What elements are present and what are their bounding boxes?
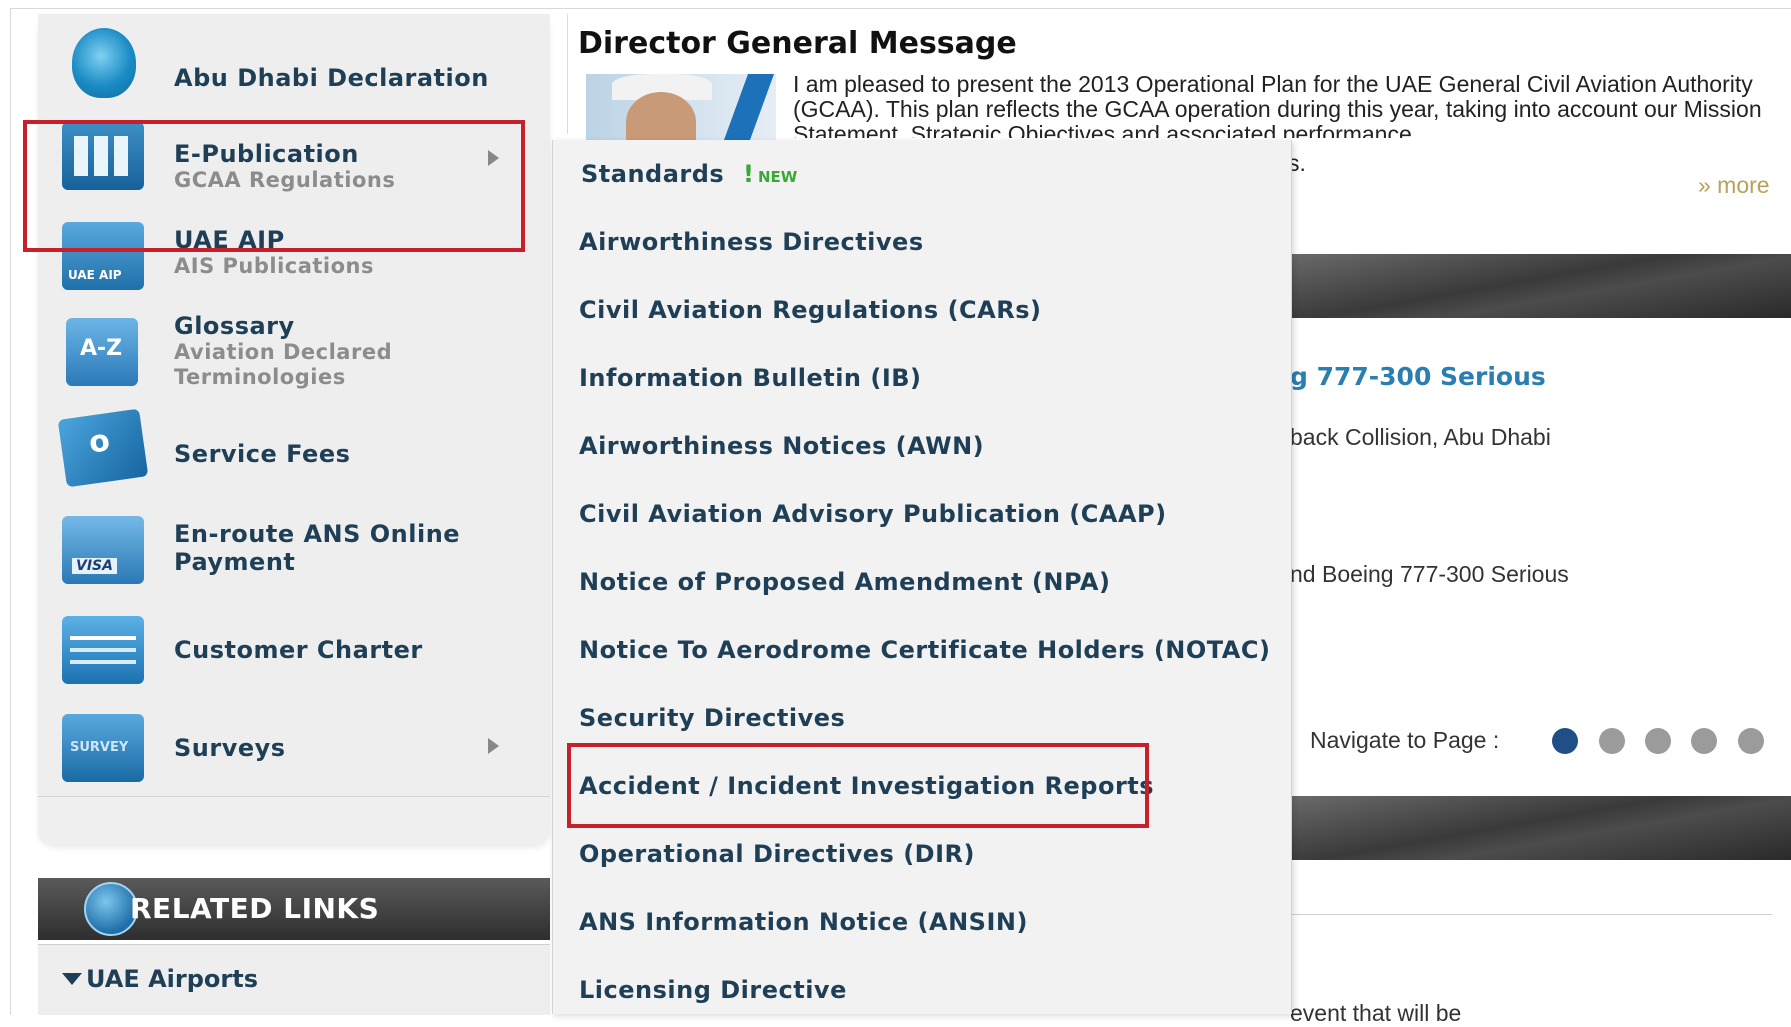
section-header-band <box>1290 254 1791 318</box>
sidebar-item-service-fees[interactable]: Service Fees <box>38 404 550 503</box>
sidebar-item-abu-dhabi-declaration[interactable]: Abu Dhabi Declaration <box>38 14 550 113</box>
more-link[interactable]: » more <box>1698 172 1770 199</box>
publication-icon <box>62 122 144 190</box>
submenu-item-label: Information Bulletin (IB) <box>579 364 922 392</box>
caret-down-icon <box>62 973 82 985</box>
aip-icon <box>62 222 144 290</box>
sidebar-item-surveys[interactable]: Survey s <box>38 698 550 797</box>
sidebar-item-label: En-route ANS Online <box>174 520 461 548</box>
sidebar-item-label: Abu Dhabi Declaration <box>174 64 489 92</box>
submenu-item-airworthiness-directives[interactable]: Airworthiness Directives <box>553 208 1291 277</box>
news-summary-line: nd Boeing 777-300 Serious <box>1290 561 1569 587</box>
director-message-title: Director General Message <box>578 26 1017 61</box>
new-badge-label: NEW <box>757 168 798 186</box>
page-dot-1[interactable] <box>1552 728 1578 754</box>
sidebar-item-label: Glossary <box>174 312 295 340</box>
survey-icon <box>62 714 144 782</box>
sidebar-item-label: UAE AIP <box>174 226 285 254</box>
submenu-item-caap[interactable]: Civil Aviation Advisory Publication (CAA… <box>553 480 1291 549</box>
submenu-item-ansin[interactable]: ANS Information Notice (ANSIN) <box>553 888 1291 957</box>
chevron-right-icon <box>488 150 499 166</box>
submenu-item-label: Civil Aviation Advisory Publication (CAA… <box>579 500 1167 528</box>
sidebar-item-label: Payment <box>174 548 296 576</box>
fees-icon <box>57 408 149 488</box>
submenu-item-label: Operational Directives (DIR) <box>579 840 975 868</box>
sidebar-item-e-publication[interactable]: E-Publication GCAA Regulations <box>38 112 550 209</box>
charter-icon <box>62 616 144 684</box>
submenu-item-label: Notice of Proposed Amendment (NPA) <box>579 568 1111 596</box>
sidebar-item-sublabel: AIS Publications <box>174 254 375 278</box>
submenu-item-accident-reports[interactable]: Accident / Incident Investigation Report… <box>553 752 1291 821</box>
sidebar-item-label: Customer Charter <box>174 636 423 664</box>
new-badge: ! NEW <box>743 160 798 188</box>
chevron-right-icon <box>488 738 499 754</box>
e-publication-submenu: Standards ! NEW Airworthiness Directives … <box>552 140 1292 1014</box>
submenu-item-notac[interactable]: Notice To Aerodrome Certificate Holders … <box>553 616 1291 685</box>
submenu-item-label: Airworthiness Notices (AWN) <box>579 432 985 460</box>
navigate-to-page-label: Navigate to Page : <box>1310 727 1500 753</box>
submenu-item-licensing-directive[interactable]: Licensing Directive <box>553 956 1291 1014</box>
submenu-item-standards[interactable]: Standards ! NEW <box>553 140 1291 209</box>
declaration-icon <box>72 28 136 98</box>
related-links-header: RELATED LINKS <box>38 878 550 940</box>
submenu-item-label: Notice To Aerodrome Certificate Holders … <box>579 636 1271 664</box>
submenu-item-operational-directives[interactable]: Operational Directives (DIR) <box>553 820 1291 889</box>
sidebar-item-glossary[interactable]: Glossary Aviation Declared Terminologies <box>38 306 550 405</box>
submenu-item-cars[interactable]: Civil Aviation Regulations (CARs) <box>553 276 1291 345</box>
sidebar-item-label: E-Publication <box>174 140 359 168</box>
director-message-text: I am pleased to present the 2013 Operati… <box>793 72 1762 138</box>
sidebar-item-sublabel: Terminologies <box>174 365 346 389</box>
sidebar-item-label: Service Fees <box>174 440 351 468</box>
sidebar-item-label: Surveys <box>174 734 286 762</box>
submenu-item-label: Security Directives <box>579 704 846 732</box>
submenu-item-npa[interactable]: Notice of Proposed Amendment (NPA) <box>553 548 1291 617</box>
uae-airports-label: UAE Airports <box>86 965 258 993</box>
visa-card-icon <box>62 516 144 584</box>
submenu-item-label: Airworthiness Directives <box>579 228 924 256</box>
submenu-item-label: Accident / Incident Investigation Report… <box>579 772 1155 800</box>
page-dot-4[interactable] <box>1691 728 1717 754</box>
submenu-item-label: Civil Aviation Regulations (CARs) <box>579 296 1042 324</box>
news-title[interactable]: g 777-300 Serious <box>1290 362 1546 391</box>
related-links-title: RELATED LINKS <box>130 892 380 925</box>
submenu-item-label: Licensing Directive <box>579 976 847 1004</box>
divider <box>1290 914 1772 915</box>
sidebar-item-enroute-ans-payment[interactable]: En-route ANS Online Payment <box>38 502 550 601</box>
column-divider <box>567 14 568 134</box>
sidebar-item-sublabel: GCAA Regulations <box>174 168 396 192</box>
page-dot-5[interactable] <box>1738 728 1764 754</box>
az-icon <box>66 318 138 386</box>
section-header-band <box>1290 796 1791 860</box>
uae-airports-toggle[interactable]: UAE Airports <box>38 944 550 1015</box>
submenu-item-security-directives[interactable]: Security Directives <box>553 684 1291 753</box>
sidebar-item-customer-charter[interactable]: Customer Charter <box>38 600 550 699</box>
sidebar-menu: Abu Dhabi Declaration E-Publication GCAA… <box>38 14 550 846</box>
page-dot-3[interactable] <box>1645 728 1671 754</box>
sidebar-item-sublabel: Aviation Declared <box>174 340 393 364</box>
director-photo <box>586 74 776 140</box>
submenu-item-label: Standards <box>581 160 725 188</box>
submenu-item-airworthiness-notices[interactable]: Airworthiness Notices (AWN) <box>553 412 1291 481</box>
news-summary-line: back Collision, Abu Dhabi <box>1290 424 1551 450</box>
page-dot-2[interactable] <box>1599 728 1625 754</box>
submenu-item-label: ANS Information Notice (ANSIN) <box>579 908 1028 936</box>
submenu-item-information-bulletin[interactable]: Information Bulletin (IB) <box>553 344 1291 413</box>
sidebar-item-uae-aip[interactable]: UAE AIP AIS Publications <box>38 208 550 307</box>
